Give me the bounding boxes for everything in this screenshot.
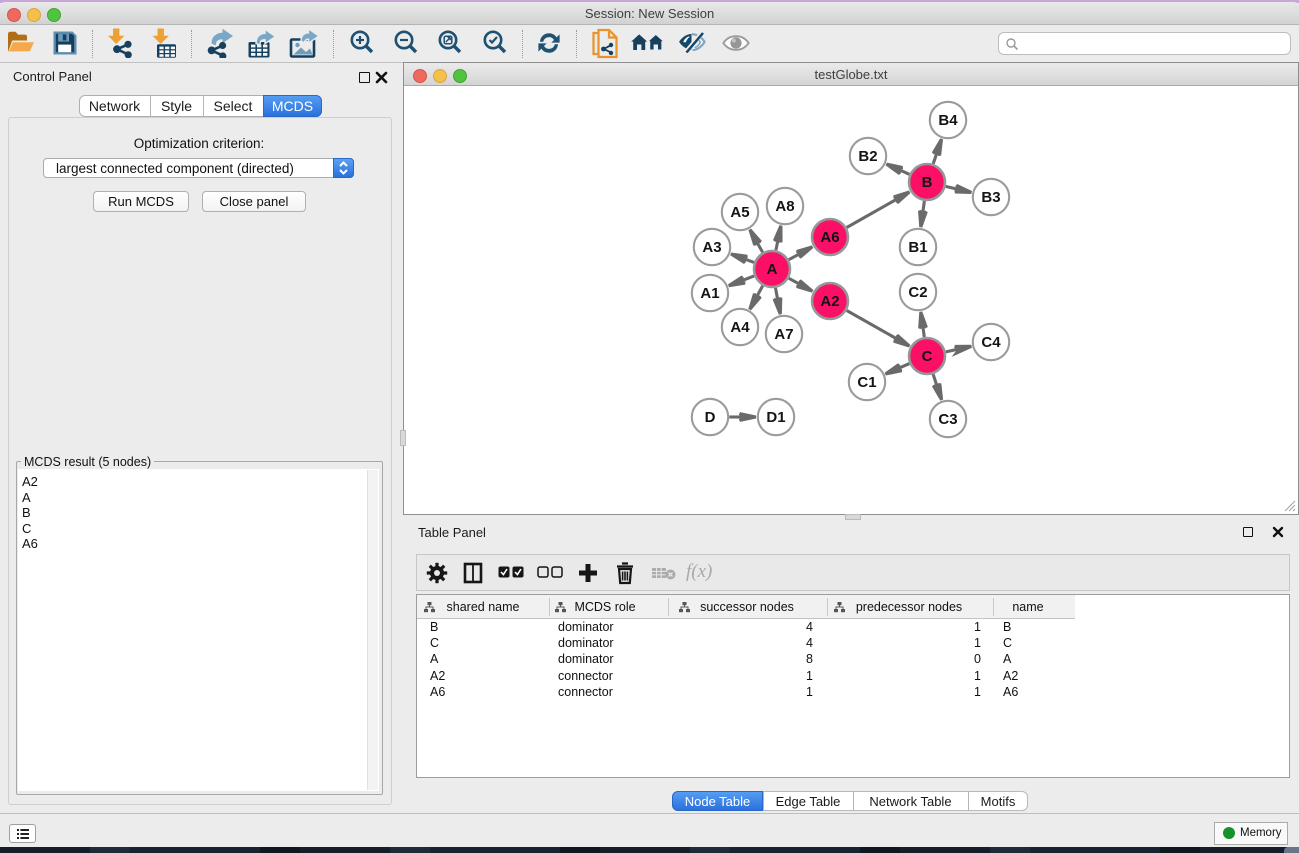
svg-text:B3: B3 xyxy=(981,189,1000,206)
svg-text:A6: A6 xyxy=(820,229,839,246)
svg-text:B: B xyxy=(922,174,933,191)
svg-text:C4: C4 xyxy=(981,334,1001,351)
svg-text:D: D xyxy=(705,409,716,426)
svg-text:B1: B1 xyxy=(908,239,927,256)
svg-text:A7: A7 xyxy=(774,326,793,343)
svg-text:C3: C3 xyxy=(938,411,957,428)
svg-text:A5: A5 xyxy=(730,204,749,221)
svg-text:C: C xyxy=(922,348,933,365)
svg-text:D1: D1 xyxy=(766,409,785,426)
svg-text:A3: A3 xyxy=(702,239,721,256)
svg-text:A: A xyxy=(767,261,778,278)
svg-text:B4: B4 xyxy=(938,112,958,129)
svg-text:A1: A1 xyxy=(700,285,719,302)
svg-text:B2: B2 xyxy=(858,148,877,165)
svg-text:A8: A8 xyxy=(775,198,794,215)
svg-text:A4: A4 xyxy=(730,319,750,336)
svg-text:A2: A2 xyxy=(820,293,839,310)
svg-text:C1: C1 xyxy=(857,374,876,391)
svg-text:C2: C2 xyxy=(908,284,927,301)
